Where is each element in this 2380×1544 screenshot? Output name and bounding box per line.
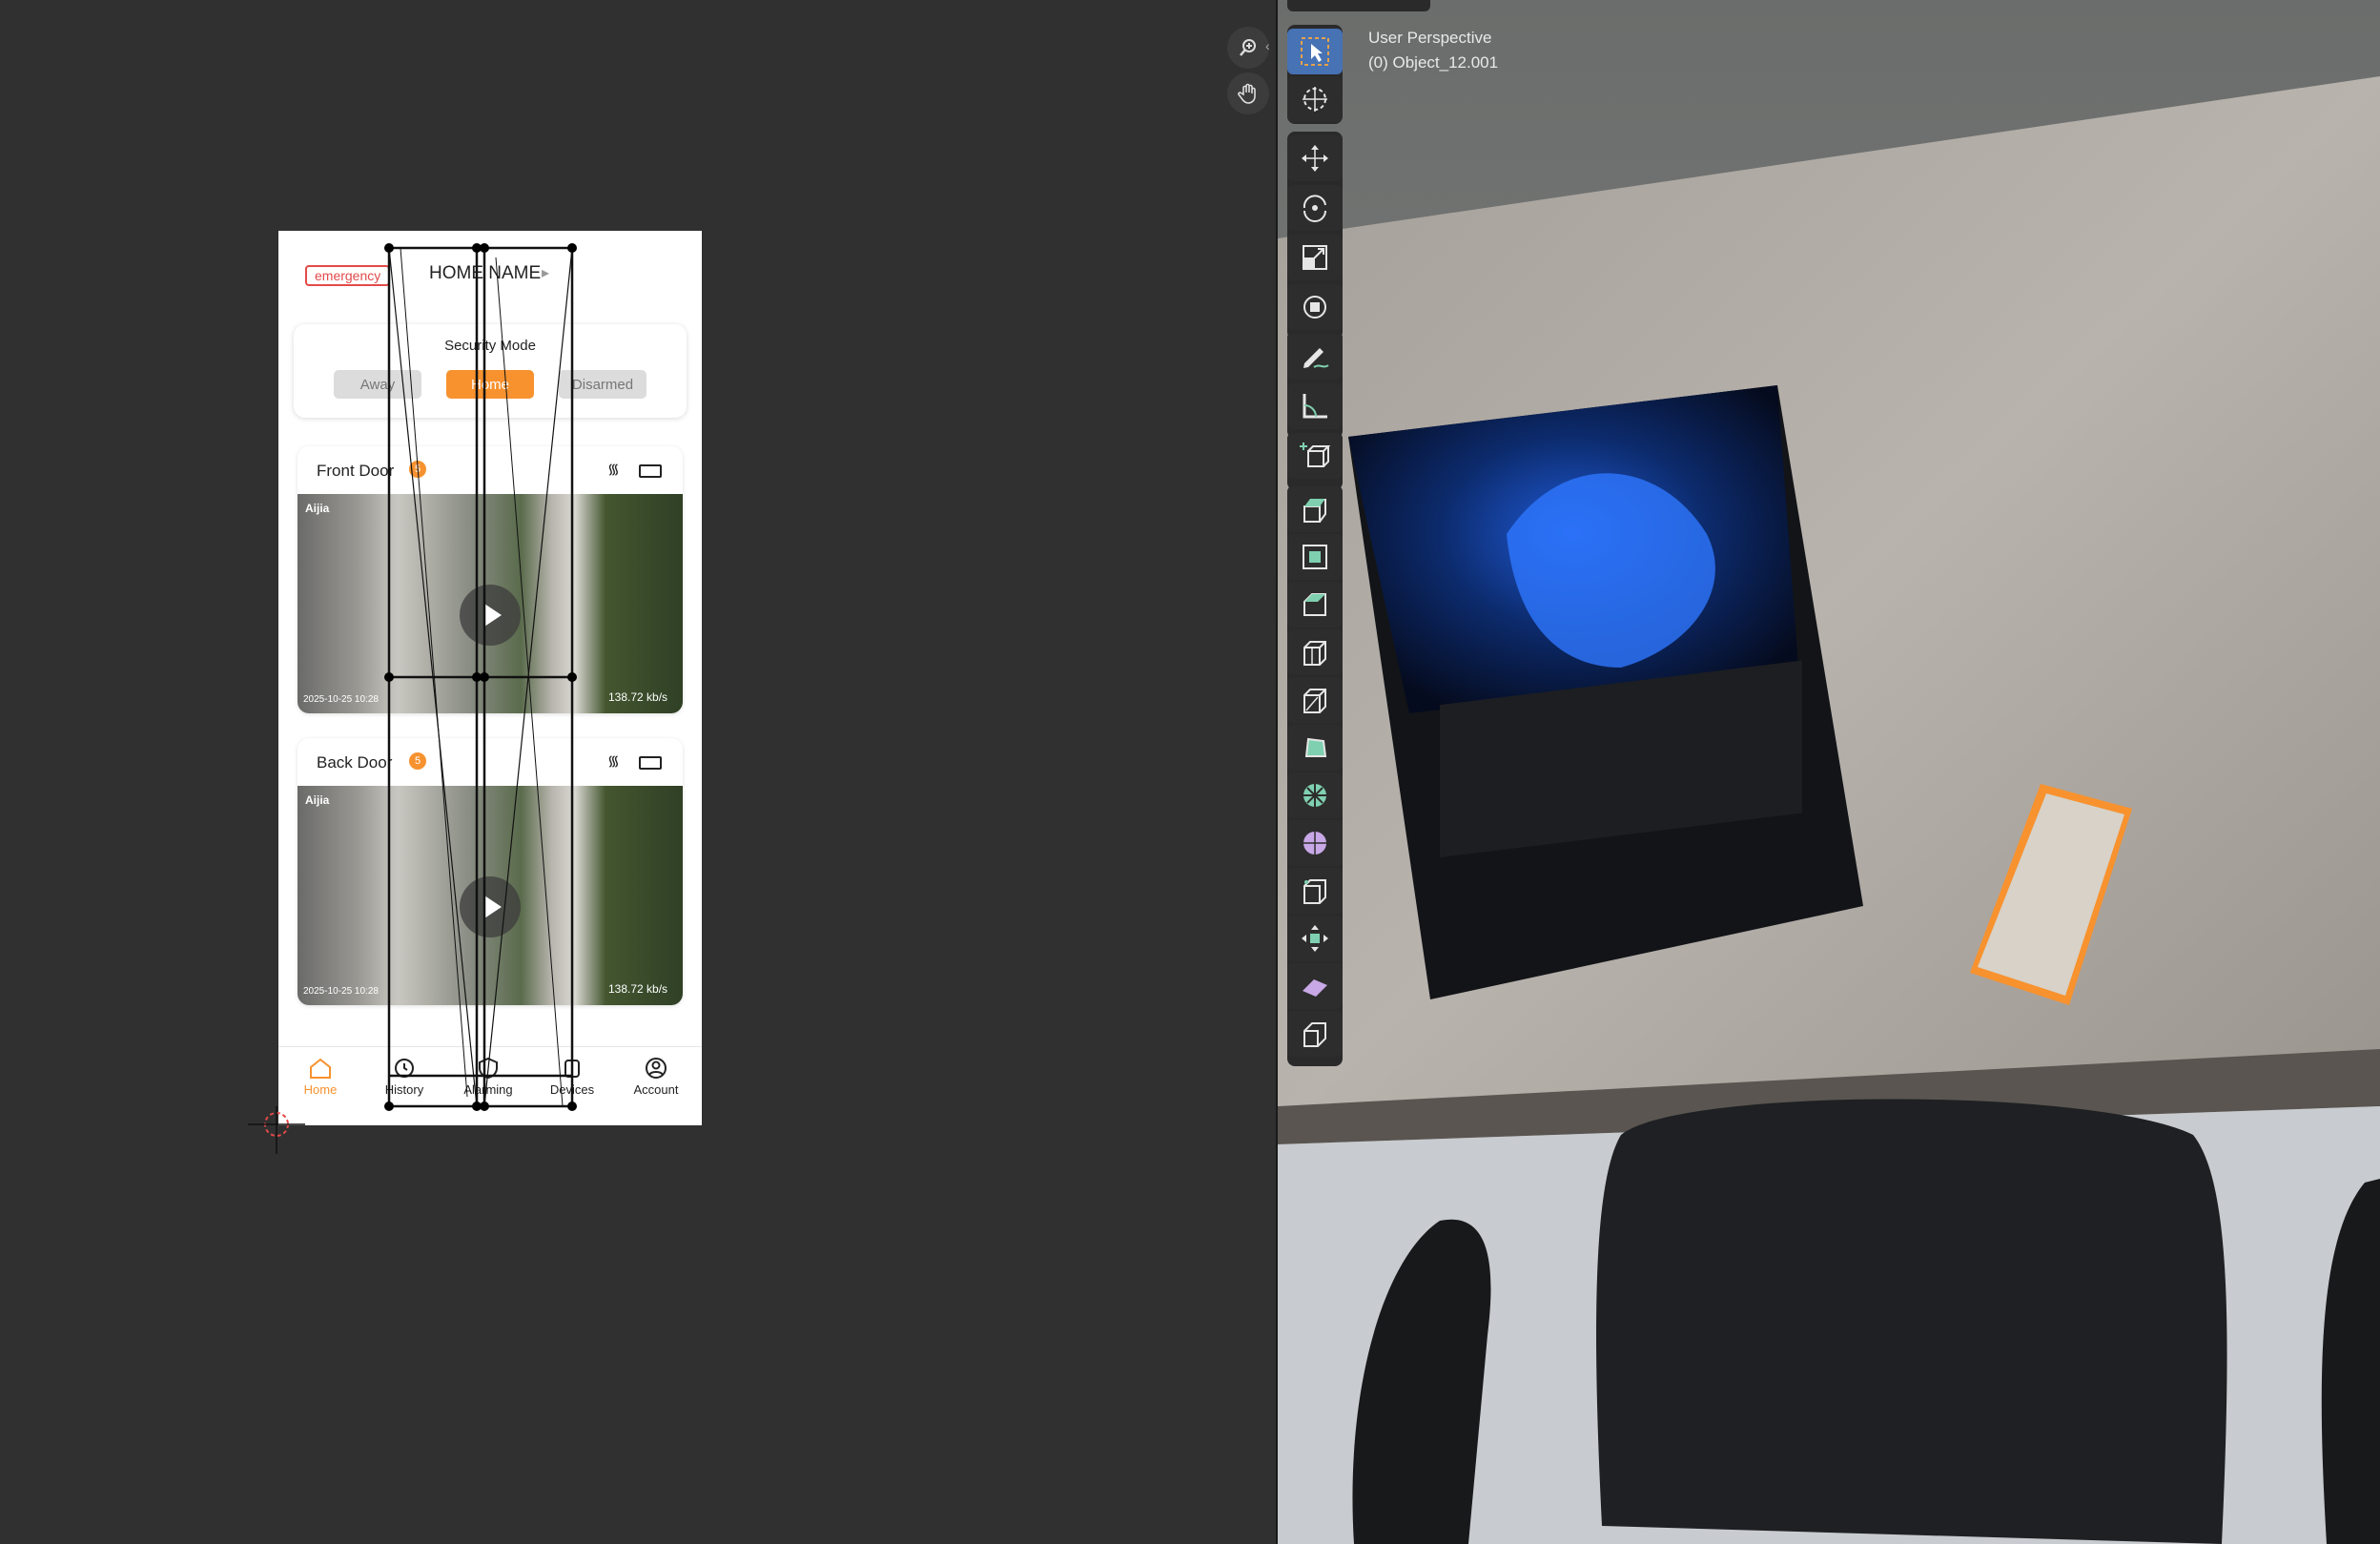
transform-tool[interactable] xyxy=(1287,284,1343,330)
extrude-icon xyxy=(1303,499,1326,523)
scale-tool[interactable] xyxy=(1287,235,1343,280)
add-cube-icon xyxy=(1300,443,1331,467)
3d-viewport[interactable]: User Perspective (0) Object_12.001 xyxy=(1278,0,2380,1544)
add-cube-tool[interactable] xyxy=(1287,433,1343,479)
knife-icon xyxy=(1303,689,1326,713)
move-tool[interactable] xyxy=(1287,135,1343,181)
inset-tool[interactable] xyxy=(1287,534,1343,580)
cursor-tool[interactable] xyxy=(1287,76,1343,122)
edge-slide-icon xyxy=(1303,879,1326,904)
shrink-fatten-tool[interactable] xyxy=(1287,916,1343,961)
rotate-icon xyxy=(1303,195,1326,222)
viewport-perspective-label: User Perspective xyxy=(1368,29,1492,47)
loop-cut-icon xyxy=(1303,641,1326,666)
spin-tool[interactable] xyxy=(1287,772,1343,818)
smooth-tool[interactable] xyxy=(1287,820,1343,866)
smooth-icon xyxy=(1303,832,1326,854)
select-box-icon xyxy=(1301,37,1329,66)
rotate-tool[interactable] xyxy=(1287,185,1343,231)
cursor-crosshair-icon xyxy=(1303,87,1327,112)
loop-cut-tool[interactable] xyxy=(1287,629,1343,675)
viewport-object-label: (0) Object_12.001 xyxy=(1368,53,1499,72)
shrink-fatten-icon xyxy=(1302,925,1328,952)
uv-mesh-overlay[interactable] xyxy=(0,0,1276,1544)
poly-build-tool[interactable] xyxy=(1287,725,1343,771)
select-mode-buttons[interactable] xyxy=(1287,0,1430,11)
pencil-icon xyxy=(1303,348,1329,368)
bevel-tool[interactable] xyxy=(1287,582,1343,628)
bevel-icon xyxy=(1303,593,1326,616)
move-arrows-icon xyxy=(1302,145,1328,172)
inset-icon xyxy=(1303,545,1327,569)
extrude-tool[interactable] xyxy=(1287,486,1343,532)
rip-region-icon xyxy=(1303,1022,1326,1047)
rip-region-tool[interactable] xyxy=(1287,1011,1343,1057)
transform-icon xyxy=(1303,296,1326,319)
poly-build-icon xyxy=(1304,737,1327,757)
edge-slide-tool[interactable] xyxy=(1287,868,1343,914)
select-box-tool[interactable] xyxy=(1287,29,1343,74)
measure-tool[interactable] xyxy=(1287,383,1343,429)
shear-icon xyxy=(1303,979,1327,997)
annotate-tool[interactable] xyxy=(1287,334,1343,380)
tool-shelf xyxy=(1287,25,1346,1066)
knife-tool[interactable] xyxy=(1287,677,1343,723)
shear-tool[interactable] xyxy=(1287,963,1343,1009)
scene-render xyxy=(1278,0,2380,1544)
ruler-icon xyxy=(1303,394,1327,419)
scale-icon xyxy=(1303,245,1327,270)
2d-cursor-icon xyxy=(248,1106,305,1154)
spin-icon xyxy=(1303,784,1326,807)
